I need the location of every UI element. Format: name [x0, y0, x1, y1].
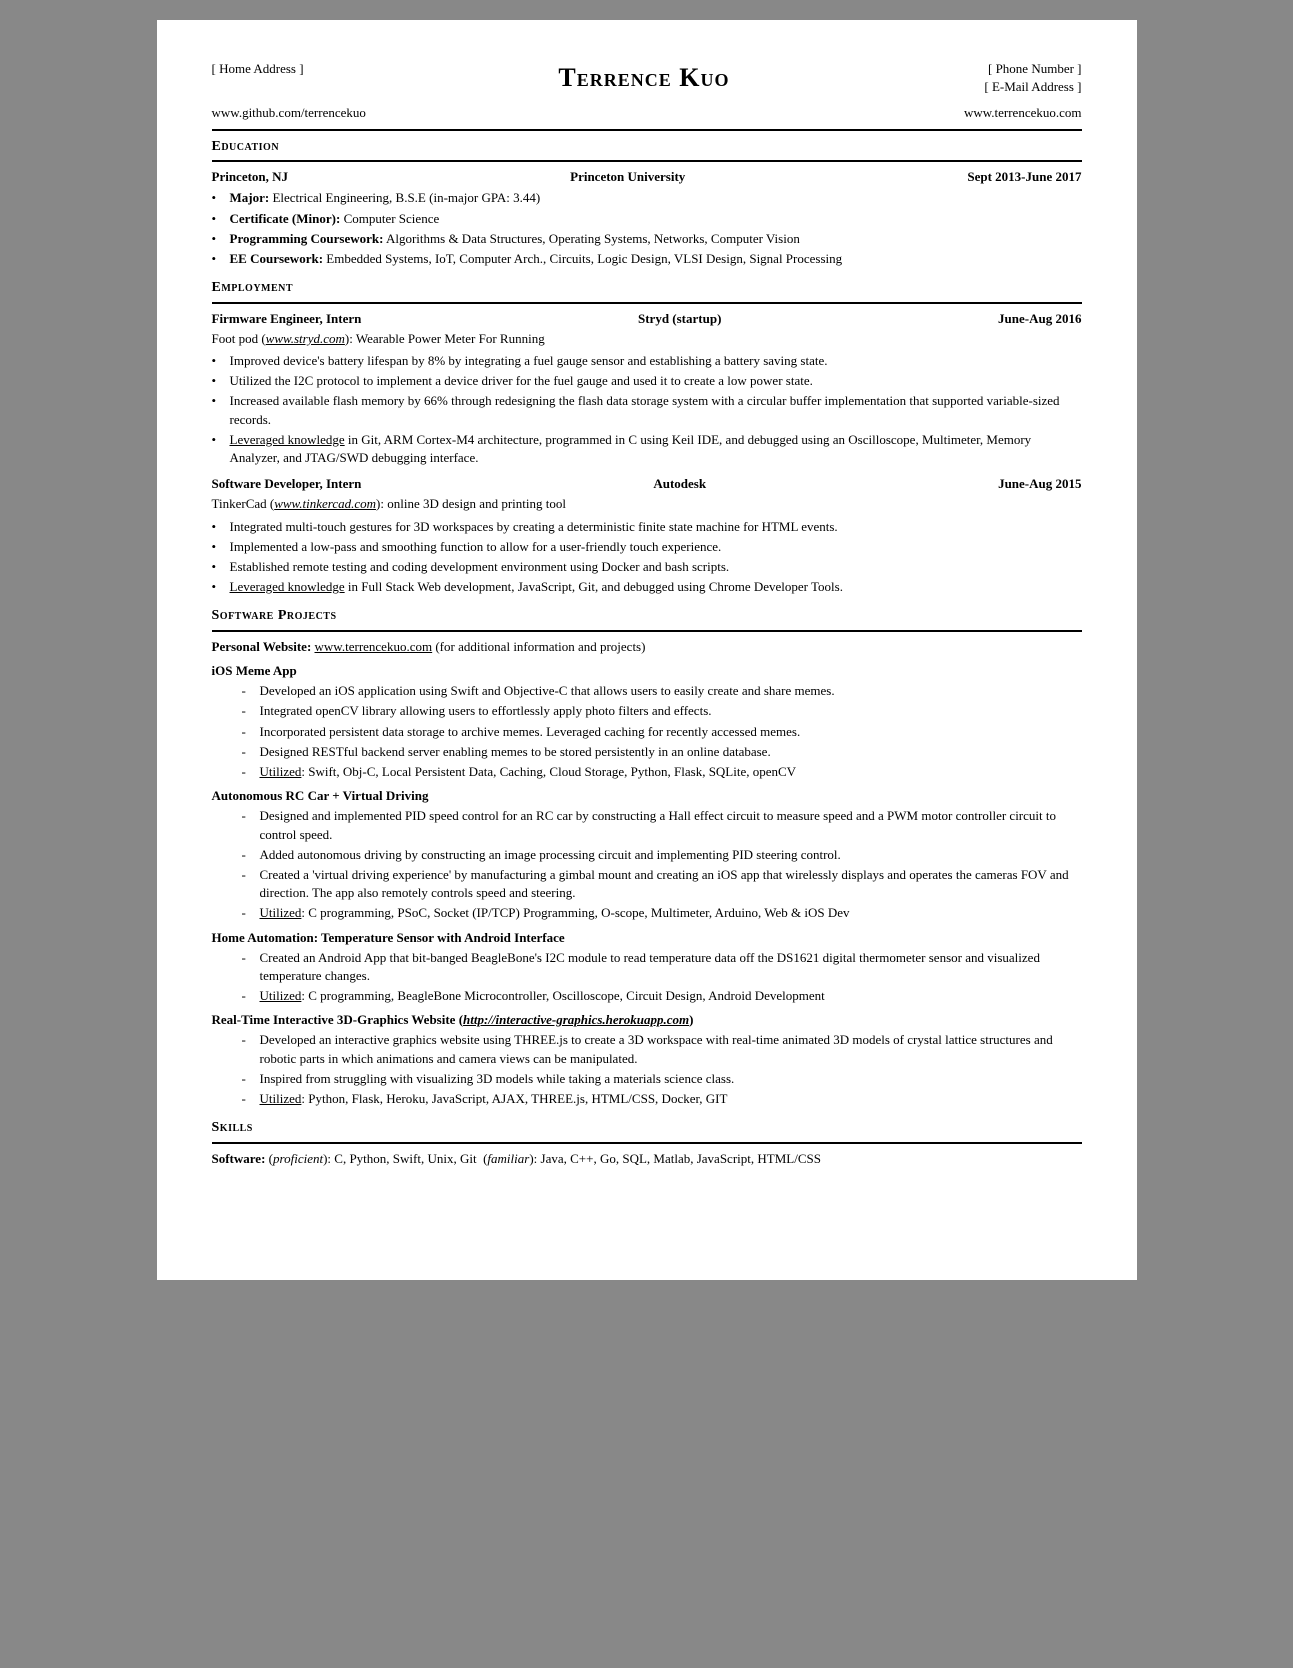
- job-autodesk: Software Developer, Intern Autodesk June…: [212, 475, 1082, 596]
- job-stryd-bullet-4: • Leveraged knowledge in Git, ARM Cortex…: [212, 431, 1082, 467]
- education-row: Princeton, NJ Princeton University Sept …: [212, 168, 1082, 186]
- email-address: [ E-Mail Address ]: [984, 78, 1081, 96]
- edu-major: • Major: Electrical Engineering, B.S.E (…: [212, 189, 1082, 207]
- job-stryd-bullet-3: • Increased available flash memory by 66…: [212, 392, 1082, 428]
- job-autodesk-row: Software Developer, Intern Autodesk June…: [212, 475, 1082, 493]
- education-divider: [212, 160, 1082, 162]
- resume-page: [ Home Address ] Terrence Kuo [ Phone Nu…: [157, 20, 1137, 1280]
- proj-ios-bullet-1: - Developed an iOS application using Swi…: [242, 682, 1082, 700]
- job-stryd-bullet-1: • Improved device's battery lifespan by …: [212, 352, 1082, 370]
- software-projects-title: Software Projects: [212, 606, 1082, 626]
- job-stryd-desc: Foot pod (www.stryd.com): Wearable Power…: [212, 330, 1082, 348]
- edu-location: Princeton, NJ: [212, 168, 289, 186]
- edu-minor: • Certificate (Minor): Computer Science: [212, 210, 1082, 228]
- skills-software: Software: (proficient): C, Python, Swift…: [212, 1150, 1082, 1168]
- header-right: [ Phone Number ] [ E-Mail Address ]: [984, 60, 1081, 96]
- header-left: [ Home Address ]: [212, 60, 304, 78]
- header-divider: [212, 129, 1082, 131]
- proj-home-bullet-2: - Utilized: C programming, BeagleBone Mi…: [242, 987, 1082, 1005]
- job-autodesk-bullet-2: • Implemented a low-pass and smoothing f…: [212, 538, 1082, 556]
- job-stryd-bullet-2: • Utilized the I2C protocol to implement…: [212, 372, 1082, 390]
- education-section: Education Princeton, NJ Princeton Univer…: [212, 137, 1082, 269]
- proj-3d-title: Real-Time Interactive 3D-Graphics Websit…: [212, 1011, 1082, 1029]
- proj-rc-bullet-3: - Created a 'virtual driving experience'…: [242, 866, 1082, 902]
- skills-section: Skills Software: (proficient): C, Python…: [212, 1118, 1082, 1168]
- employment-section: Employment Firmware Engineer, Intern Str…: [212, 278, 1082, 596]
- phone-number: [ Phone Number ]: [984, 60, 1081, 78]
- job-autodesk-desc: TinkerCad (www.tinkercad.com): online 3D…: [212, 495, 1082, 513]
- edu-school: Princeton University: [570, 168, 685, 186]
- job-autodesk-bullet-3: • Established remote testing and coding …: [212, 558, 1082, 576]
- skills-title: Skills: [212, 1118, 1082, 1138]
- edu-date: Sept 2013-June 2017: [967, 168, 1081, 186]
- proj-home-bullet-1: - Created an Android App that bit-banged…: [242, 949, 1082, 985]
- job-stryd: Firmware Engineer, Intern Stryd (startup…: [212, 310, 1082, 468]
- resume-name: Terrence Kuo: [304, 60, 985, 96]
- employment-title: Employment: [212, 278, 1082, 298]
- proj-3d-bullet-1: - Developed an interactive graphics webs…: [242, 1031, 1082, 1067]
- proj-ios-title: iOS Meme App: [212, 662, 1082, 680]
- personal-website-blurb: Personal Website: www.terrencekuo.com (f…: [212, 638, 1082, 656]
- job-autodesk-bullet-4: • Leveraged knowledge in Full Stack Web …: [212, 578, 1082, 596]
- proj-3d-bullet-2: - Inspired from struggling with visualiz…: [242, 1070, 1082, 1088]
- home-address: [ Home Address ]: [212, 60, 304, 78]
- education-title: Education: [212, 137, 1082, 157]
- proj-rc-bullet-1: - Designed and implemented PID speed con…: [242, 807, 1082, 843]
- edu-prog-coursework: • Programming Coursework: Algorithms & D…: [212, 230, 1082, 248]
- job-stryd-row: Firmware Engineer, Intern Stryd (startup…: [212, 310, 1082, 328]
- edu-ee-coursework: • EE Coursework: Embedded Systems, IoT, …: [212, 250, 1082, 268]
- proj-rc-title: Autonomous RC Car + Virtual Driving: [212, 787, 1082, 805]
- employment-divider: [212, 302, 1082, 304]
- header-links: www.github.com/terrencekuo www.terrencek…: [212, 104, 1082, 122]
- personal-website-link[interactable]: www.terrencekuo.com: [964, 104, 1082, 122]
- proj-rc-bullet-4: - Utilized: C programming, PSoC, Socket …: [242, 904, 1082, 922]
- header-center: Terrence Kuo: [304, 60, 985, 100]
- github-link[interactable]: www.github.com/terrencekuo: [212, 104, 366, 122]
- software-projects-divider: [212, 630, 1082, 632]
- proj-ios-bullet-4: - Designed RESTful backend server enabli…: [242, 743, 1082, 761]
- proj-ios-bullet-3: - Incorporated persistent data storage t…: [242, 723, 1082, 741]
- proj-3d-bullet-3: - Utilized: Python, Flask, Heroku, JavaS…: [242, 1090, 1082, 1108]
- proj-ios-bullet-5: - Utilized: Swift, Obj-C, Local Persiste…: [242, 763, 1082, 781]
- software-projects-section: Software Projects Personal Website: www.…: [212, 606, 1082, 1108]
- header: [ Home Address ] Terrence Kuo [ Phone Nu…: [212, 60, 1082, 100]
- proj-rc-bullet-2: - Added autonomous driving by constructi…: [242, 846, 1082, 864]
- skills-divider: [212, 1142, 1082, 1144]
- proj-home-title: Home Automation: Temperature Sensor with…: [212, 929, 1082, 947]
- job-autodesk-bullet-1: • Integrated multi-touch gestures for 3D…: [212, 518, 1082, 536]
- proj-ios-bullet-2: - Integrated openCV library allowing use…: [242, 702, 1082, 720]
